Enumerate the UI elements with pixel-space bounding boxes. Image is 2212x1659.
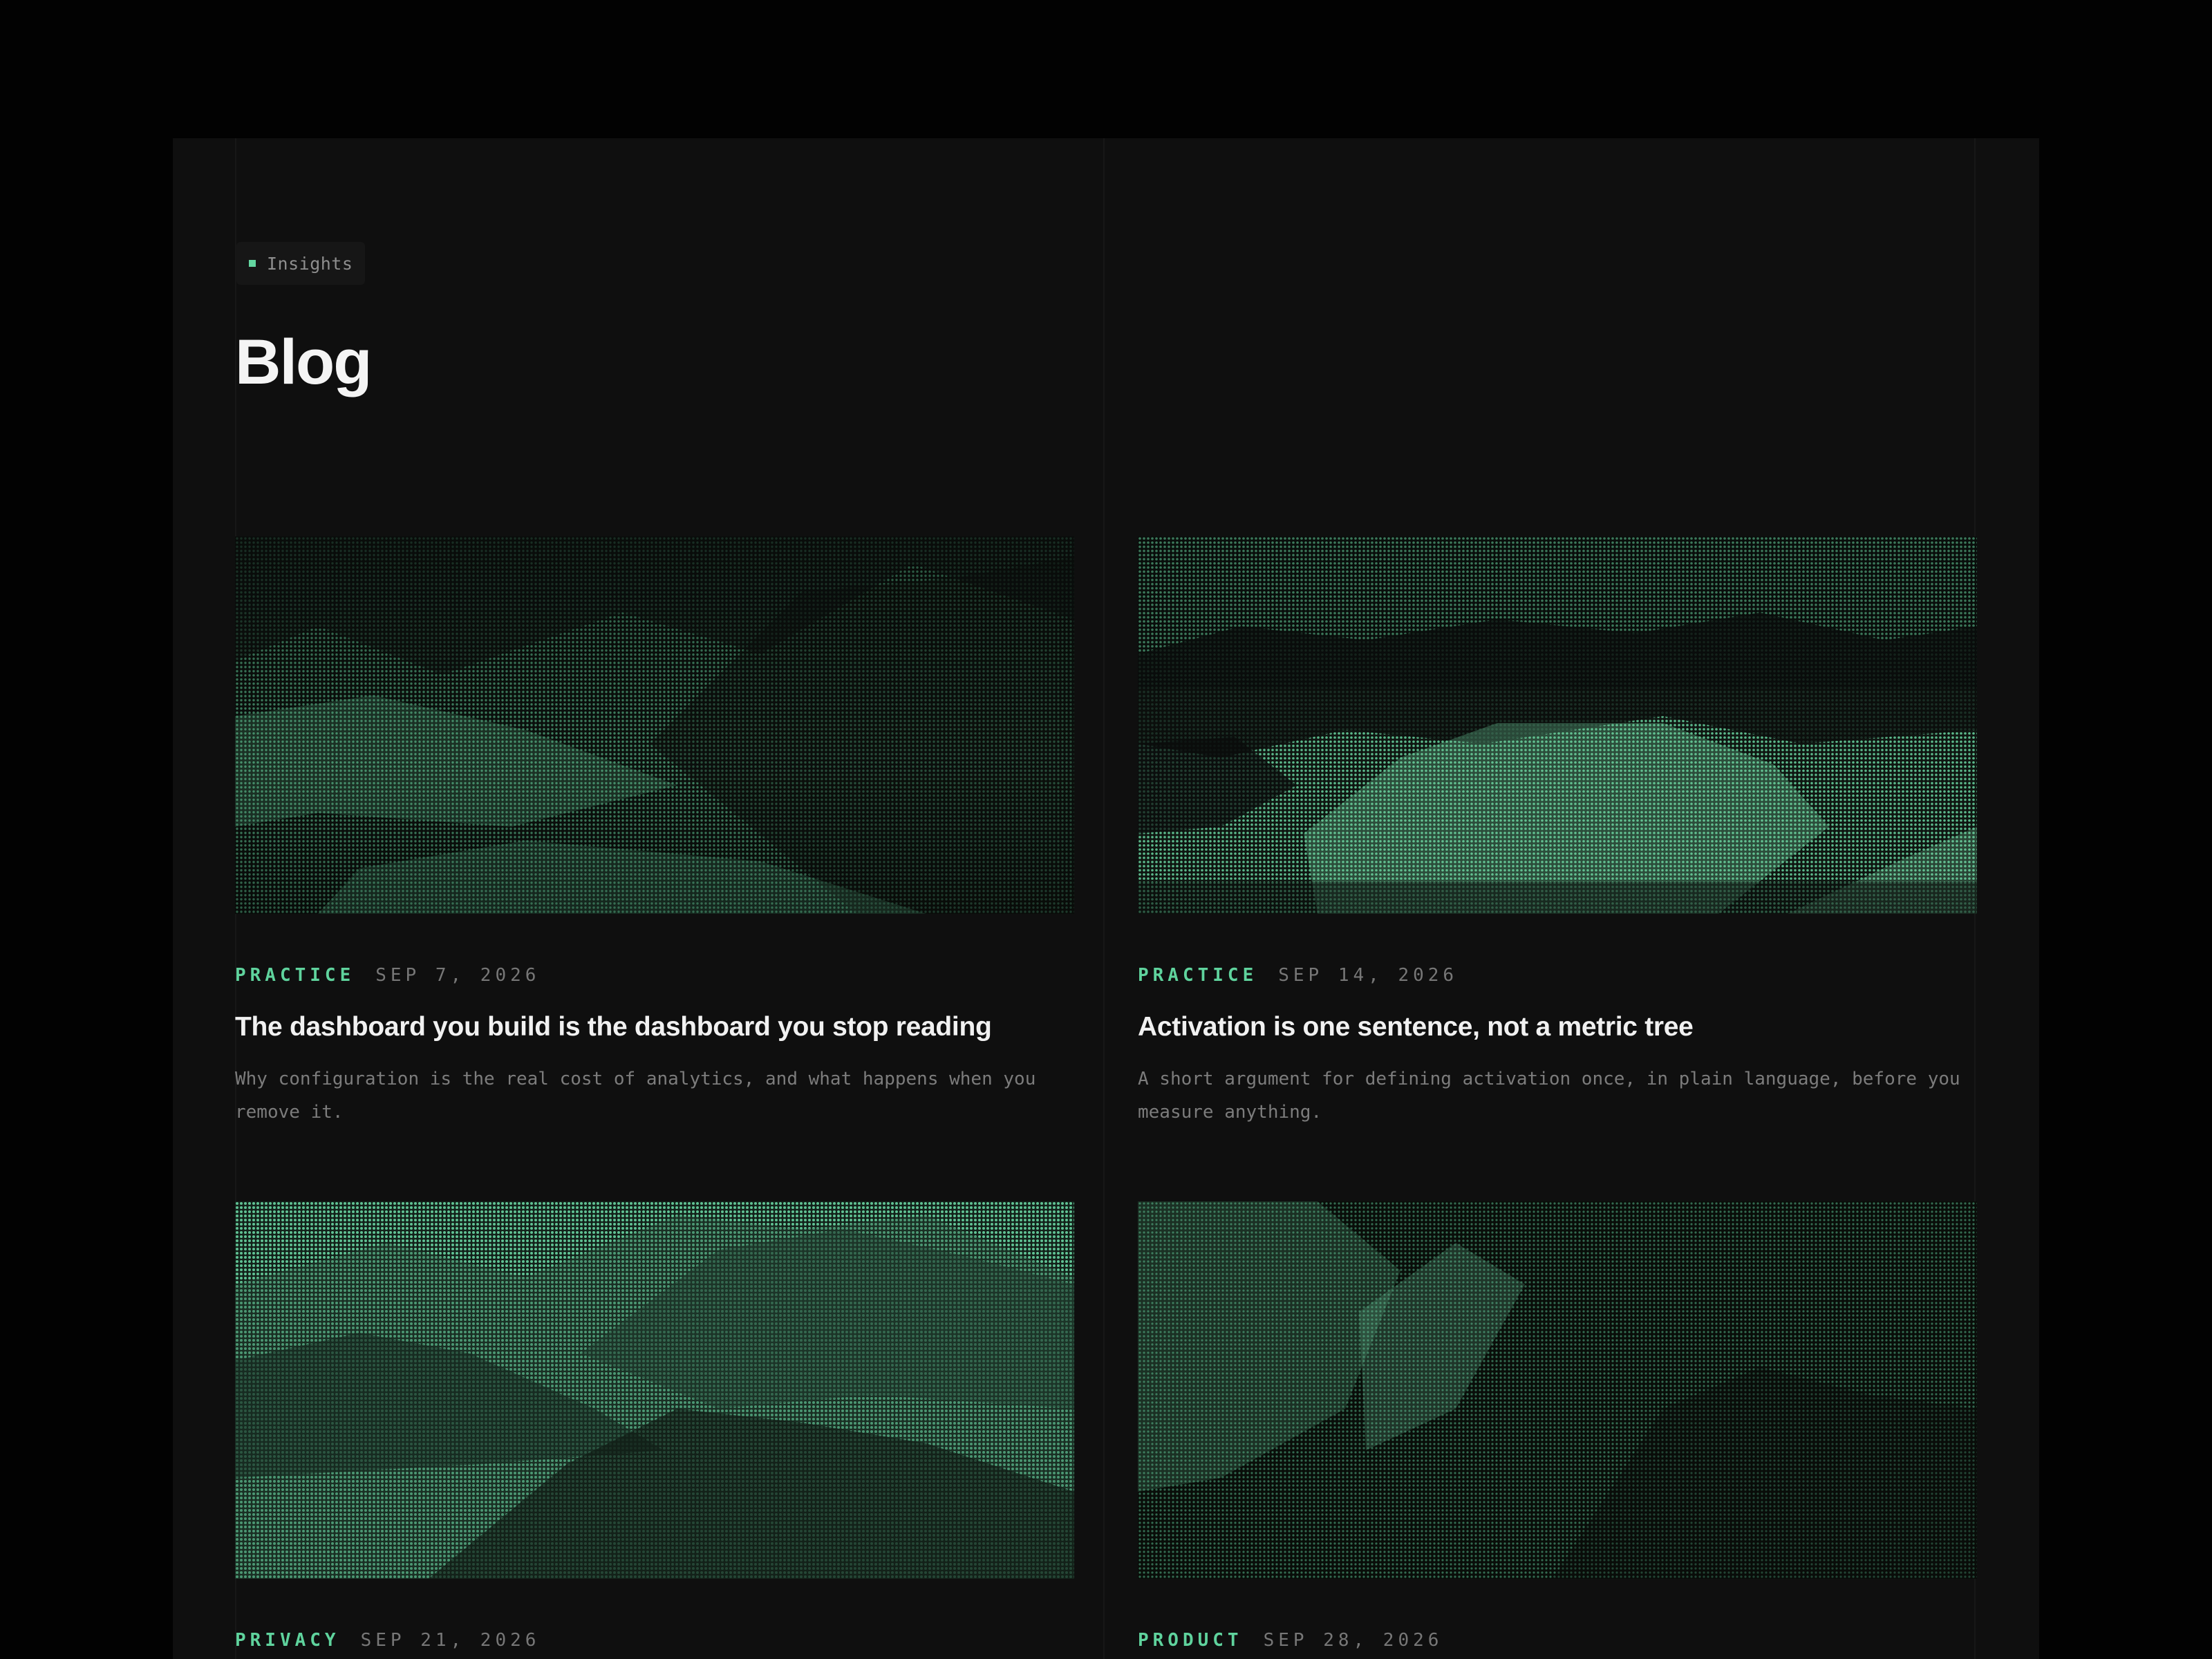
layout-guide	[1103, 138, 1105, 1659]
post-date: SEP 21, 2026	[360, 1630, 541, 1651]
post-category: PRODUCT	[1138, 1630, 1243, 1651]
blog-post-card[interactable]: PRACTICE SEP 7, 2026 The dashboard you b…	[235, 536, 1074, 1129]
blog-post-card[interactable]: PRODUCT SEP 28, 2026	[1138, 1201, 1977, 1659]
post-excerpt: A short argument for defining activation…	[1138, 1068, 1960, 1123]
post-cover-image	[1138, 1201, 1977, 1579]
post-category: PRACTICE	[1138, 965, 1258, 986]
blog-page: Insights Blog PRACTICE SEP 7, 2026 The d…	[173, 138, 2039, 1659]
post-cover-image	[235, 536, 1074, 914]
post-excerpt: Why configuration is the real cost of an…	[235, 1068, 1036, 1123]
post-title[interactable]: Activation is one sentence, not a metric…	[1138, 1011, 1977, 1044]
post-date: SEP 7, 2026	[375, 965, 541, 986]
post-category: PRIVACY	[235, 1630, 340, 1651]
section-badge-label: Insights	[267, 253, 353, 274]
page-title: Blog	[235, 327, 372, 397]
square-bullet-icon	[249, 260, 256, 267]
post-cover-image	[235, 1201, 1074, 1579]
post-title[interactable]: The dashboard you build is the dashboard…	[235, 1011, 1074, 1044]
section-badge: Insights	[236, 242, 366, 285]
post-category: PRACTICE	[235, 965, 355, 986]
blog-post-card[interactable]: PRACTICE SEP 14, 2026 Activation is one …	[1138, 536, 1977, 1129]
post-date: SEP 28, 2026	[1263, 1630, 1443, 1651]
blog-post-card[interactable]: PRIVACY SEP 21, 2026	[235, 1201, 1074, 1659]
post-cover-image	[1138, 536, 1977, 914]
post-date: SEP 14, 2026	[1278, 965, 1459, 986]
